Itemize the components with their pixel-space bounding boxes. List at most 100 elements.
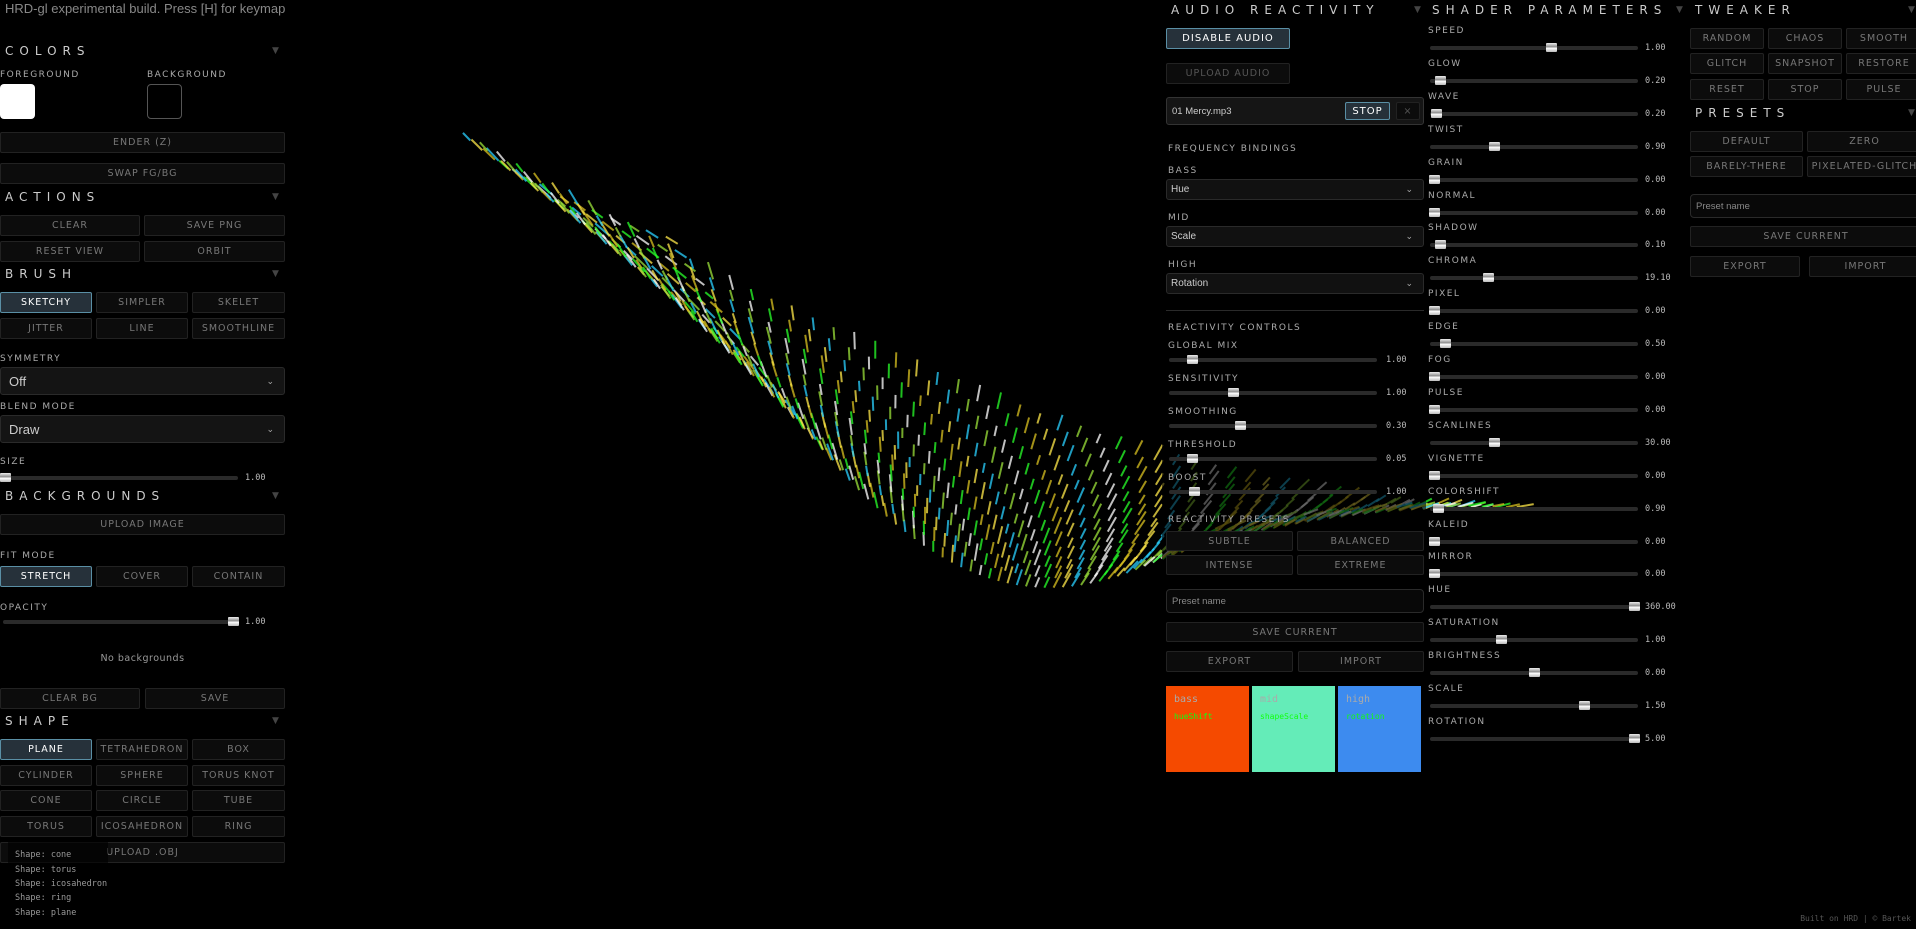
kaleid-slider[interactable] [1429,536,1638,546]
render-canvas[interactable] [0,0,1916,929]
rotation-slider[interactable] [1430,733,1640,743]
slider-thumb[interactable] [1435,75,1447,85]
collapse-icon[interactable]: ▼ [272,269,279,279]
audio-preset-name-input[interactable] [1166,589,1424,613]
slider-thumb[interactable] [1228,388,1240,397]
brush-line[interactable]: LINE [96,318,188,339]
colors-header[interactable]: COLORS [5,44,90,58]
speed-slider[interactable] [1430,43,1638,52]
preset-zero[interactable]: ZERO [1807,131,1916,152]
slider-thumb[interactable] [1234,421,1246,430]
vignette-slider[interactable] [1429,470,1638,480]
upload-image-button[interactable]: UPLOAD IMAGE [0,514,285,535]
slider-thumb[interactable] [1429,372,1441,381]
reset-view-button[interactable]: RESET VIEW [0,241,140,262]
twist-slider[interactable] [1430,141,1638,151]
slider-thumb[interactable] [1628,733,1640,743]
slider-thumb[interactable] [1429,207,1441,217]
brush-smoothline[interactable]: SMOOTHLINE [192,318,285,339]
shape-cone[interactable]: CONE [0,790,92,812]
glow-slider[interactable] [1430,75,1638,85]
normal-slider[interactable] [1429,207,1638,217]
high-binding-select[interactable]: Rotation ⌄ [1166,273,1424,294]
preset-extreme[interactable]: EXTREME [1297,555,1424,575]
shape-circle[interactable]: CIRCLE [96,790,188,812]
save-current-button[interactable]: SAVE CURRENT [1690,226,1916,247]
shape-cylinder[interactable]: CYLINDER [0,764,92,786]
shape-header[interactable]: SHAPE [5,714,75,728]
export-button[interactable]: EXPORT [1690,256,1800,277]
blend-mode-select[interactable]: Draw ⌄ [0,415,285,443]
disable-audio-button[interactable]: DISABLE AUDIO [1166,28,1290,49]
preset-barely-there[interactable]: BARELY-THERE [1690,156,1803,177]
tweak-restore[interactable]: RESTORE [1846,53,1916,74]
saturation-slider[interactable] [1430,635,1638,645]
shape-box[interactable]: BOX [192,739,285,760]
preset-balanced[interactable]: BALANCED [1297,531,1424,551]
save-png-button[interactable]: SAVE PNG [144,215,285,236]
brush-jitter[interactable]: JITTER [0,318,92,339]
slider-thumb[interactable] [1489,141,1501,151]
brush-header[interactable]: BRUSH [5,267,77,281]
render-button[interactable]: ENDER (Z) [0,132,285,153]
mirror-slider[interactable] [1429,569,1638,579]
pulse-slider[interactable] [1429,404,1638,414]
shape-icosahedron[interactable]: ICOSAHEDRON [96,816,188,838]
slider-thumb[interactable] [1483,273,1495,283]
slider-thumb[interactable] [1429,174,1441,184]
tweak-glitch[interactable]: GLITCH [1690,53,1764,74]
preset-name-input[interactable] [1690,194,1916,218]
tweak-stop[interactable]: STOP [1768,79,1842,100]
slider-thumb[interactable] [1489,437,1501,447]
shape-tetrahedron[interactable]: TETRAHEDRON [96,739,188,760]
foreground-swatch[interactable] [0,84,35,119]
collapse-icon[interactable]: ▼ [1908,5,1915,15]
tweak-pulse[interactable]: PULSE [1846,79,1916,100]
mid-binding-select[interactable]: Scale ⌄ [1166,226,1424,247]
pixel-slider[interactable] [1429,306,1638,316]
brightness-slider[interactable] [1430,668,1638,678]
slider-thumb[interactable] [1186,355,1198,364]
stop-audio-button[interactable]: STOP [1345,102,1390,120]
shape-torus[interactable]: TORUS [0,816,92,838]
bass-binding-select[interactable]: Hue ⌄ [1166,179,1424,200]
audio-import-button[interactable]: IMPORT [1298,651,1424,672]
tweak-snapshot[interactable]: SNAPSHOT [1768,53,1842,74]
shader-header[interactable]: SHADER PARAMETERS [1432,3,1667,17]
preset-intense[interactable]: INTENSE [1166,555,1293,575]
tweak-smooth[interactable]: SMOOTH [1846,28,1916,49]
slider-thumb[interactable] [1439,339,1451,349]
collapse-icon[interactable]: ▼ [272,192,279,202]
collapse-icon[interactable]: ▼ [1908,108,1915,118]
edge-slider[interactable] [1430,339,1638,349]
backgrounds-header[interactable]: BACKGROUNDS [5,489,165,503]
slider-thumb[interactable] [1495,635,1507,645]
tweaker-header[interactable]: TWEAKER [1695,3,1796,17]
tweak-random[interactable]: RANDOM [1690,28,1764,49]
preset-default[interactable]: DEFAULT [1690,131,1803,152]
collapse-icon[interactable]: ▼ [272,491,279,501]
brush-skelet[interactable]: SKELET [192,292,285,313]
shape-tube[interactable]: TUBE [192,790,285,812]
slider-thumb[interactable] [1545,43,1557,52]
import-button[interactable]: IMPORT [1809,256,1916,277]
fit-cover[interactable]: COVER [96,566,188,587]
slider-thumb[interactable] [228,617,240,626]
slider-thumb[interactable] [1628,602,1640,612]
presets-header[interactable]: PRESETS [1695,106,1790,120]
preset-pixelated-glitch[interactable]: PIXELATED-GLITCH [1807,156,1916,177]
brush-sketchy[interactable]: SKETCHY [0,292,92,313]
slider-thumb[interactable] [1429,470,1441,480]
remove-audio-icon[interactable]: × [1396,102,1420,120]
hue-slider[interactable] [1430,602,1640,612]
slider-thumb[interactable] [1186,454,1198,463]
upload-audio-button[interactable]: UPLOAD AUDIO [1166,63,1290,84]
slider-thumb[interactable] [1188,487,1200,496]
clear-button[interactable]: CLEAR [0,215,140,236]
slider-thumb[interactable] [1435,240,1447,250]
chroma-slider[interactable] [1430,273,1638,283]
scanlines-slider[interactable] [1430,437,1638,447]
size-slider[interactable] [0,473,238,482]
orbit-button[interactable]: ORBIT [144,241,285,262]
collapse-icon[interactable]: ▼ [272,46,279,56]
